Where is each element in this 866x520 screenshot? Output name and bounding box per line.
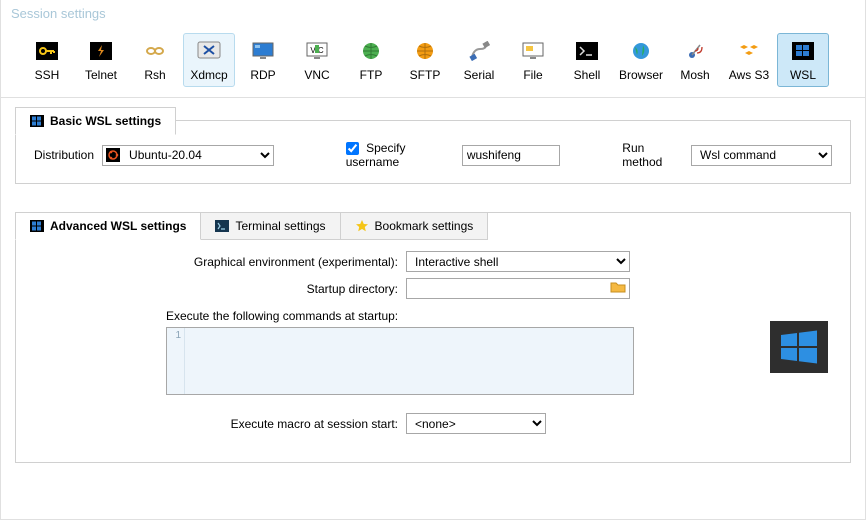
tab-terminal-settings[interactable]: Terminal settings (200, 212, 340, 240)
wsl-logo (770, 321, 828, 373)
session-type-sftp[interactable]: SFTP (399, 33, 451, 87)
vnc-icon: V C (303, 40, 331, 62)
macro-label: Execute macro at session start: (16, 417, 406, 431)
session-type-shell[interactable]: Shell (561, 33, 613, 87)
session-type-label: Browser (619, 68, 663, 82)
session-type-ssh[interactable]: SSH (21, 33, 73, 87)
session-type-label: Telnet (85, 68, 117, 82)
session-type-label: VNC (304, 68, 329, 82)
startup-dir-label: Startup directory: (16, 282, 406, 296)
session-type-label: WSL (790, 68, 816, 82)
specify-username-input[interactable] (346, 142, 359, 155)
session-type-xdmcp[interactable]: Xdmcp (183, 33, 235, 87)
session-type-label: Shell (574, 68, 601, 82)
line-number: 1 (167, 328, 185, 394)
windows-small-icon (30, 220, 44, 232)
startup-commands-editor[interactable]: 1 (166, 327, 634, 395)
session-type-awss3[interactable]: Aws S3 (723, 33, 775, 87)
terminal-icon (573, 40, 601, 62)
ubuntu-icon (106, 148, 120, 162)
session-type-label: Rsh (144, 68, 165, 82)
session-type-label: Xdmcp (190, 68, 227, 82)
globe-blue-icon (627, 40, 655, 62)
username-field[interactable] (462, 145, 560, 166)
distribution-select[interactable]: Ubuntu-20.04 (102, 145, 274, 166)
globe-orange-icon (411, 40, 439, 62)
windows-small-icon (30, 115, 44, 127)
startup-dir-field[interactable] (406, 278, 630, 299)
file-monitor-icon (519, 40, 547, 62)
terminal-small-icon (215, 220, 229, 232)
session-type-rdp[interactable]: RDP (237, 33, 289, 87)
session-type-mosh[interactable]: Mosh (669, 33, 721, 87)
session-type-label: SSH (35, 68, 60, 82)
window-title: Session settings (1, 0, 865, 25)
tab-label: Terminal settings (235, 219, 325, 233)
macro-select[interactable]: <none> (406, 413, 546, 434)
globe-green-icon (357, 40, 385, 62)
basic-settings-tab: Basic WSL settings (15, 107, 176, 135)
session-type-browser[interactable]: Browser (615, 33, 667, 87)
session-type-label: Mosh (680, 68, 709, 82)
session-type-toolbar: SSH Telnet Rsh Xdmcp RDP V C VNC FTP (1, 25, 865, 98)
serial-cable-icon (465, 40, 493, 62)
lightning-icon (87, 40, 115, 62)
monitor-icon (249, 40, 277, 62)
session-type-label: SFTP (410, 68, 441, 82)
distribution-label: Distribution (34, 148, 94, 162)
session-type-label: RDP (250, 68, 275, 82)
graphical-env-select[interactable]: Interactive shell (406, 251, 630, 272)
session-type-label: Aws S3 (729, 68, 769, 82)
star-icon (355, 219, 369, 233)
folder-icon[interactable] (610, 280, 626, 294)
session-type-label: File (523, 68, 542, 82)
run-method-label: Run method (622, 141, 683, 169)
session-type-file[interactable]: File (507, 33, 559, 87)
basic-settings-panel: Basic WSL settings Distribution Ubuntu-2… (15, 120, 851, 184)
specify-username-checkbox[interactable]: Specify username (346, 141, 454, 169)
session-type-label: Serial (464, 68, 495, 82)
windows-icon (789, 40, 817, 62)
startup-commands-label: Execute the following commands at startu… (166, 309, 850, 323)
graphical-env-label: Graphical environment (experimental): (16, 255, 406, 269)
satellite-icon (681, 40, 709, 62)
link-icon (141, 40, 169, 62)
basic-tab-label: Basic WSL settings (50, 114, 161, 128)
session-type-rsh[interactable]: Rsh (129, 33, 181, 87)
session-type-wsl[interactable]: WSL (777, 33, 829, 87)
xserver-icon (195, 40, 223, 62)
advanced-settings-panel: Advanced WSL settings Terminal settings … (15, 212, 851, 463)
session-type-vnc[interactable]: V C VNC (291, 33, 343, 87)
cubes-icon (735, 40, 763, 62)
tab-bookmark-settings[interactable]: Bookmark settings (340, 212, 489, 240)
session-type-ftp[interactable]: FTP (345, 33, 397, 87)
session-type-label: FTP (360, 68, 383, 82)
advanced-tabs: Advanced WSL settings Terminal settings … (15, 212, 487, 240)
tab-label: Bookmark settings (375, 219, 474, 233)
session-type-telnet[interactable]: Telnet (75, 33, 127, 87)
tab-advanced-wsl[interactable]: Advanced WSL settings (15, 212, 201, 240)
run-method-select[interactable]: Wsl command (691, 145, 832, 166)
key-icon (33, 40, 61, 62)
session-type-serial[interactable]: Serial (453, 33, 505, 87)
tab-label: Advanced WSL settings (50, 219, 186, 233)
